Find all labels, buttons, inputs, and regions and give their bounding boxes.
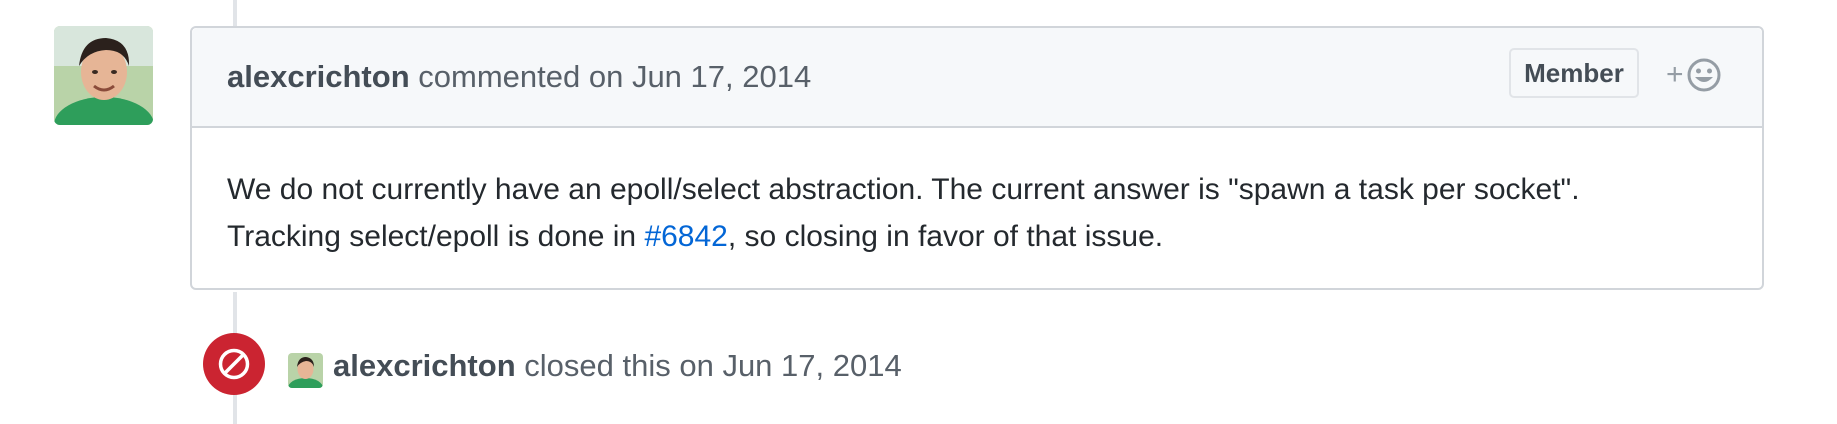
avatar-image	[54, 26, 153, 125]
comment-body-text-before: Tracking select/epoll is done in	[227, 220, 645, 253]
role-badge: Member	[1509, 48, 1639, 98]
smiley-icon	[1687, 58, 1721, 92]
comment-body-line-2: Tracking select/epoll is done in #6842, …	[227, 213, 1580, 260]
avatar-image-small	[288, 353, 323, 388]
comment-timestamp-link[interactable]: Jun 17, 2014	[632, 59, 811, 94]
event-action: closed this on	[524, 348, 714, 383]
comment-box: alexcrichton commented on Jun 17, 2014 M…	[190, 26, 1764, 290]
timeline-line-top	[233, 0, 237, 26]
comment-action: commented on	[418, 59, 624, 94]
comment-body-line-1: We do not currently have an epoll/select…	[227, 173, 1580, 206]
close-event-text: alexcrichton closed this on Jun 17, 2014	[333, 348, 902, 384]
comment-author-avatar[interactable]	[54, 26, 153, 125]
comment-body-text-after: , so closing in favor of that issue.	[727, 220, 1164, 253]
event-timestamp[interactable]: Jun 17, 2014	[722, 348, 901, 383]
comment-meta: alexcrichton commented on Jun 17, 2014	[227, 59, 811, 95]
comment-body: We do not currently have an epoll/select…	[227, 166, 1580, 260]
event-actor-avatar[interactable]	[288, 353, 323, 388]
issue-link[interactable]: #6842	[644, 220, 727, 253]
comment-author-link[interactable]: alexcrichton	[227, 59, 410, 94]
event-actor-link[interactable]: alexcrichton	[333, 348, 516, 383]
comment-header: alexcrichton commented on Jun 17, 2014 M…	[192, 28, 1762, 128]
plus-icon: +	[1666, 58, 1684, 91]
closed-event-badge	[203, 333, 265, 395]
add-reaction-button[interactable]: +	[1666, 52, 1732, 98]
circle-slash-icon	[218, 348, 250, 380]
